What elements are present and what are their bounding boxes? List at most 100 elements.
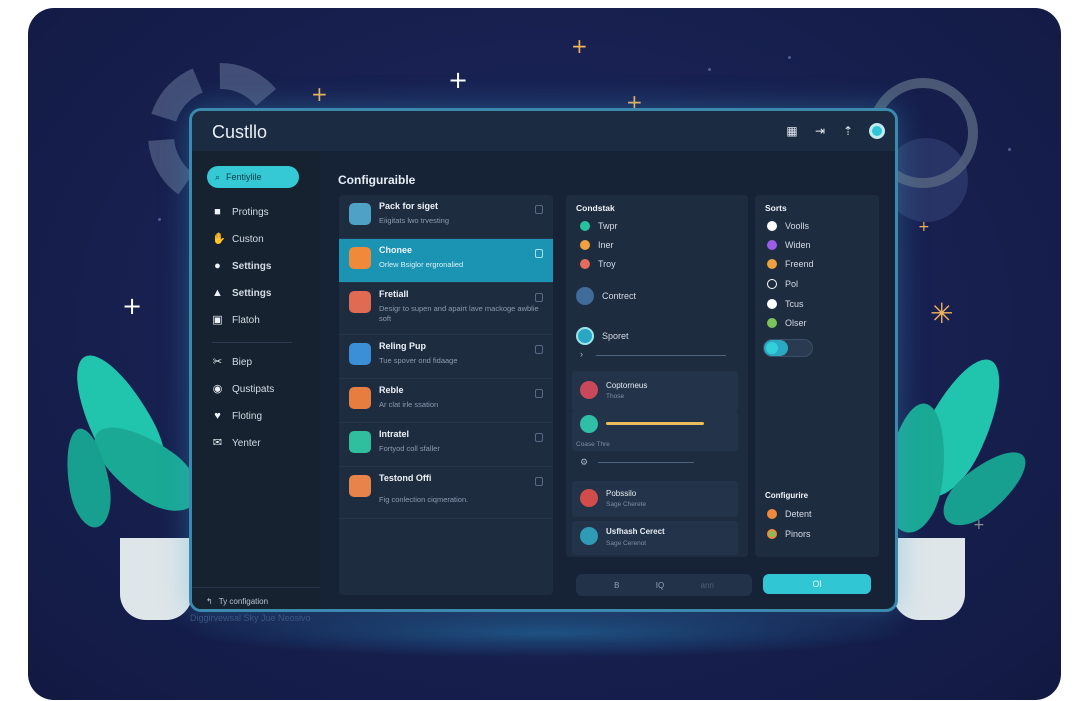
config-option[interactable]: Detent <box>767 509 812 519</box>
iq-button[interactable]: IQ <box>656 581 664 590</box>
radio-option[interactable]: Voolls <box>767 221 809 231</box>
sidebar-item-biep[interactable]: ✂ Biep <box>212 349 292 376</box>
globe-icon <box>576 327 594 345</box>
option-label: Troy <box>598 259 616 269</box>
option-label: Olser <box>785 318 807 328</box>
card-subtitle: Those <box>606 393 625 400</box>
bookmark-icon[interactable] <box>535 293 543 302</box>
sidebar-item-label: Settings <box>232 288 272 299</box>
sidebar-item-protings[interactable]: ■ Protings <box>212 199 292 226</box>
bookmark-icon[interactable] <box>535 249 543 258</box>
list-item[interactable]: Reling Pup Tue spover ond fidaage <box>339 335 553 379</box>
ann-button[interactable]: ann <box>701 581 714 590</box>
card-title: Usfhash Cerect <box>606 527 665 536</box>
sidebar-item-custon[interactable]: ✋ Custon <box>212 226 292 253</box>
item-thumbnail <box>349 291 371 313</box>
list-item-title: Chonee <box>379 245 413 255</box>
list-item-title: Fretiall <box>379 289 409 299</box>
sidebar-item-floting[interactable]: ♥ Floting <box>212 403 292 430</box>
slider-track[interactable] <box>598 462 694 463</box>
app-window: Custllo ▦ ⇥ ⇡ ⌕ Fentiylile ■ Protings ✋ <box>189 108 898 612</box>
config-option[interactable]: Pinors <box>767 529 811 539</box>
status-dot <box>580 259 590 269</box>
card[interactable]: Coase Thre <box>572 411 738 451</box>
divider <box>212 342 292 343</box>
avatar-icon[interactable] <box>869 123 885 139</box>
upload-icon[interactable]: ⇡ <box>841 124 855 138</box>
sidebar-item-label: Settings <box>232 261 272 272</box>
user-icon <box>576 287 594 305</box>
config-icon: ↰ <box>206 597 213 606</box>
radio-dot <box>767 299 777 309</box>
list-item[interactable]: Pack for siget Eiigitats lwo trvesting <box>339 195 553 239</box>
list-item[interactable]: Testond Offi Fig conlection ciqmeration. <box>339 467 553 519</box>
tools-icon: ✂ <box>212 356 223 368</box>
card-subtitle: Sage Cherete <box>606 501 647 508</box>
option-label: Iner <box>598 240 614 250</box>
mail-icon: ✉ <box>212 437 223 449</box>
list-item-title: Reble <box>379 385 404 395</box>
sidebar-nav: ■ Protings ✋ Custon ● Settings ▲ Setting… <box>212 199 292 457</box>
option-label: Tcus <box>785 299 804 309</box>
radio-option[interactable]: Freend <box>767 259 814 269</box>
item-list: Pack for siget Eiigitats lwo trvesting C… <box>339 195 553 595</box>
export-icon[interactable]: ⇥ <box>813 124 827 138</box>
bookmark-icon[interactable] <box>535 477 543 486</box>
radio-option[interactable]: Widen <box>767 240 811 250</box>
bookmark-icon[interactable] <box>535 205 543 214</box>
sidebar-item-settings-2[interactable]: ▲ Settings <box>212 280 292 307</box>
progress-bar <box>606 422 704 425</box>
sidebar-item-qustipats[interactable]: ◉ Qustipats <box>212 376 292 403</box>
briefcase-icon: ■ <box>214 206 221 218</box>
sidebar-item-settings[interactable]: ● Settings <box>212 253 292 280</box>
option-row[interactable]: Iner <box>580 240 614 250</box>
panel-title: Sorts <box>765 203 787 213</box>
bold-button[interactable]: B <box>614 581 619 590</box>
title-bar: Custllo ▦ ⇥ ⇡ <box>192 111 895 151</box>
card[interactable]: Pobssilo Sage Cherete <box>572 481 738 517</box>
radio-option[interactable]: Olser <box>767 318 807 328</box>
list-item-subtitle: Tue spover ond fidaage <box>379 356 458 365</box>
list-item-subtitle: Ar clat irle ssation <box>379 400 439 409</box>
search-button[interactable]: ⌕ Fentiylile <box>207 166 299 188</box>
sparkle-icon: + <box>448 66 469 94</box>
contact-row[interactable]: Contrect <box>576 287 636 305</box>
list-item-subtitle: Desigr to supen and apairt lave mackoge … <box>379 304 539 323</box>
toggle-switch[interactable] <box>763 339 813 357</box>
list-item-subtitle: Orlew Bsiglor ergronalied <box>379 260 464 269</box>
item-thumbnail <box>349 343 371 365</box>
slider-track[interactable] <box>596 355 726 356</box>
radio-dot <box>767 259 777 269</box>
ok-button[interactable]: Ol <box>763 574 871 594</box>
radio-dot <box>767 240 777 250</box>
bookmark-icon[interactable] <box>535 345 543 354</box>
settings-icon: ⚙ <box>580 457 589 467</box>
sport-row[interactable]: Sporet <box>576 327 629 345</box>
status-dot <box>580 221 590 231</box>
option-label: Twpr <box>598 221 618 231</box>
option-row[interactable]: Twpr <box>580 221 618 231</box>
sidebar-footer[interactable]: ↰ Ty configation <box>192 587 320 609</box>
bottom-toolbar: B IQ ann <box>576 574 752 596</box>
card[interactable]: Coptorneus Those <box>572 371 738 411</box>
list-item-selected[interactable]: Chonee Orlew Bsiglor ergronalied <box>339 239 553 283</box>
radio-option[interactable]: Tcus <box>767 299 804 309</box>
item-thumbnail <box>349 475 371 497</box>
sidebar-item-flatoh[interactable]: ▣ Flatoh <box>212 307 292 334</box>
radio-dot <box>767 509 777 519</box>
avatar <box>580 415 598 433</box>
bookmark-icon[interactable] <box>535 389 543 398</box>
list-item-subtitle: Fig conlection ciqmeration. <box>379 495 469 504</box>
slider-icon: › <box>580 349 583 359</box>
option-row[interactable]: Troy <box>580 259 616 269</box>
list-item[interactable]: Fretiall Desigr to supen and apairt lave… <box>339 283 553 335</box>
list-item[interactable]: Intratel Fortyod coll sfaller <box>339 423 553 467</box>
sidebar-item-yenter[interactable]: ✉ Yenter <box>212 430 292 457</box>
card-title: Pobssilo <box>606 489 637 498</box>
radio-option[interactable]: Pol <box>767 279 798 289</box>
calendar-icon[interactable]: ▦ <box>785 124 799 138</box>
sparkle-icon: + <box>918 219 930 235</box>
card[interactable]: Usfhash Cerect Sage Cerenot <box>572 521 738 555</box>
list-item[interactable]: Reble Ar clat irle ssation <box>339 379 553 423</box>
bookmark-icon[interactable] <box>535 433 543 442</box>
